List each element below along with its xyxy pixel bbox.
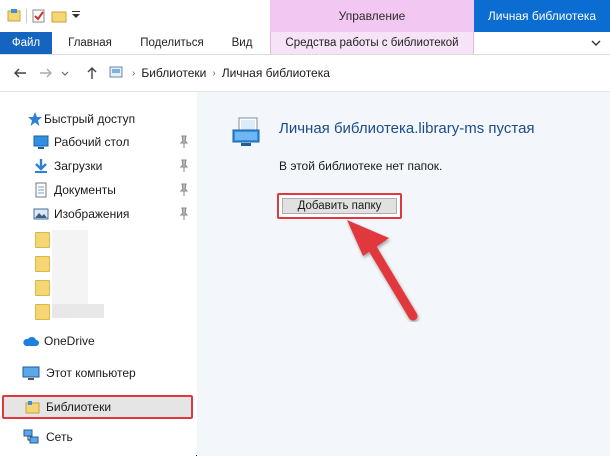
nav-item-network[interactable]: Сеть [0, 426, 196, 448]
content-pane: Личная библиотека.library-ms пустая В эт… [197, 92, 610, 456]
address-bar: › Библиотеки › Личная библиотека [0, 55, 610, 92]
nav-label: Документы [54, 183, 116, 197]
nav-label: Библиотеки [46, 400, 112, 414]
tab-file[interactable]: Файл [0, 32, 52, 54]
nav-item-libraries[interactable]: Библиотеки [2, 395, 193, 419]
empty-library-icon [229, 116, 263, 150]
window-title: Личная библиотека [474, 0, 610, 32]
pictures-icon [33, 206, 49, 222]
libraries-icon [24, 399, 42, 415]
breadcrumb-separator: › [212, 67, 216, 79]
folder-icon[interactable] [35, 232, 50, 248]
libraries-icon [108, 64, 126, 83]
nav-label: Загрузки [54, 159, 103, 173]
new-folder-icon[interactable] [51, 8, 67, 24]
back-arrow-icon[interactable] [12, 65, 28, 81]
nav-label: Изображения [54, 207, 130, 221]
nav-item-downloads[interactable]: Загрузки [0, 155, 196, 177]
folder-icon[interactable] [35, 304, 50, 320]
documents-icon [33, 182, 49, 198]
chevron-down-icon[interactable] [590, 37, 602, 49]
quick-access-toolbar [6, 6, 81, 26]
nav-label: Сеть [46, 430, 73, 444]
folder-icon[interactable] [35, 256, 50, 272]
breadcrumb-separator: › [132, 67, 136, 79]
nav-quick-access[interactable]: Быстрый доступ [0, 108, 196, 130]
network-icon [22, 429, 39, 445]
breadcrumb: › Библиотеки › Личная библиотека [108, 64, 330, 82]
page-title: Личная библиотека.library-ms пустая [279, 120, 535, 137]
ribbon-tabs: Файл Главная Поделиться Вид Средства раб… [0, 32, 610, 55]
pin-icon[interactable] [179, 183, 189, 197]
empty-message: В этой библиотеке нет папок. [279, 159, 443, 173]
downloads-icon [33, 158, 49, 174]
title-bar: Управление Личная библиотека [0, 0, 610, 32]
breadcrumb-current[interactable]: Личная библиотека [222, 66, 330, 80]
redacted-area [52, 230, 88, 312]
explorer-icon[interactable] [6, 8, 22, 24]
nav-item-pictures[interactable]: Изображения [0, 203, 196, 225]
up-arrow-icon[interactable] [84, 65, 100, 81]
redacted-area [52, 304, 104, 318]
chevron-down-icon[interactable] [71, 8, 81, 24]
tab-home[interactable]: Главная [60, 32, 120, 54]
nav-label: Рабочий стол [54, 135, 130, 149]
tab-library-tools[interactable]: Средства работы с библиотекой [270, 32, 474, 54]
context-group-title: Управление [270, 0, 474, 32]
pin-icon[interactable] [179, 159, 189, 173]
tab-view[interactable]: Вид [224, 32, 260, 54]
nav-item-this-pc[interactable]: Этот компьютер [0, 362, 196, 384]
nav-label: OneDrive [44, 334, 95, 348]
computer-icon [22, 365, 40, 381]
forward-arrow-icon[interactable] [38, 65, 54, 81]
annotation-arrow-icon [347, 220, 418, 321]
cloud-icon [22, 334, 39, 350]
star-icon [27, 111, 43, 127]
tab-share[interactable]: Поделиться [130, 32, 214, 54]
properties-icon[interactable] [31, 8, 47, 24]
breadcrumb-libraries[interactable]: Библиотеки [141, 66, 206, 80]
recent-locations-icon[interactable] [60, 65, 70, 81]
nav-label: Быстрый доступ [44, 112, 136, 126]
nav-item-desktop[interactable]: Рабочий стол [0, 131, 196, 153]
nav-label: Этот компьютер [46, 366, 136, 380]
nav-item-onedrive[interactable]: OneDrive [0, 330, 196, 352]
nav-item-documents[interactable]: Документы [0, 179, 196, 201]
folder-icon[interactable] [35, 280, 50, 296]
pin-icon[interactable] [179, 207, 189, 221]
desktop-icon [33, 134, 49, 150]
qat-separator [26, 9, 27, 23]
pin-icon[interactable] [179, 135, 189, 149]
